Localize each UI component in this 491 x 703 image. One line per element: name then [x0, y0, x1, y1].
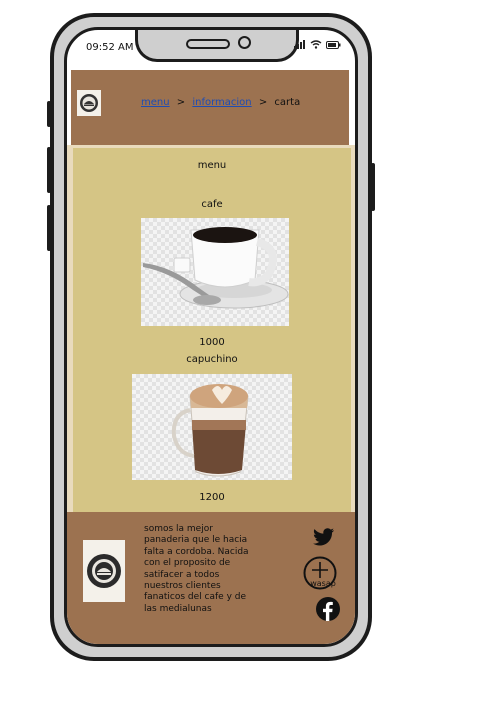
wifi-icon: [310, 40, 322, 49]
capuchino-image: [132, 374, 292, 480]
breadcrumb: menu > informacion > carta: [141, 97, 300, 108]
bakery-logo-icon: [80, 94, 98, 112]
signal-icon: [294, 40, 305, 49]
coffee-image: [141, 218, 289, 326]
breadcrumb-current: carta: [274, 97, 301, 108]
battery-icon: [326, 40, 341, 49]
power-button: [371, 163, 375, 211]
header: menu > informacion > carta: [71, 70, 349, 145]
volume-up-button: [47, 147, 51, 193]
volume-down-button: [47, 205, 51, 251]
menu-panel: menu cafe 1000 capuchino 1200: [67, 145, 355, 512]
capuchino-glass-illustration: [171, 384, 249, 477]
about-text: somos la mejor panaderia que le hacia fa…: [144, 524, 249, 614]
header-logo[interactable]: [77, 90, 101, 116]
breadcrumb-separator: >: [258, 97, 268, 108]
screen: 09:52 AM menu > informacion > carta menu…: [64, 27, 358, 647]
menu-content: menu cafe 1000 capuchino 1200: [73, 148, 351, 512]
whatsapp-button[interactable]: wasap: [303, 556, 337, 590]
notch: [135, 30, 299, 62]
status-icons: [294, 40, 341, 49]
breadcrumb-separator: >: [176, 97, 186, 108]
product-price: 1200: [199, 492, 225, 503]
breadcrumb-link-informacion[interactable]: informacion: [192, 97, 251, 108]
status-time: 09:52 AM: [86, 42, 134, 53]
phone-frame: 09:52 AM menu > informacion > carta menu…: [47, 13, 375, 661]
bakery-logo-icon: [87, 554, 121, 588]
facebook-icon[interactable]: [316, 597, 340, 621]
camera: [238, 36, 251, 49]
coffee-cup-illustration: [143, 227, 289, 309]
breadcrumb-link-menu[interactable]: menu: [141, 97, 170, 108]
product-name: cafe: [201, 199, 223, 210]
footer-logo[interactable]: [83, 540, 125, 602]
menu-title: menu: [197, 160, 227, 171]
footer: somos la mejor panaderia que le hacia fa…: [67, 512, 355, 644]
speaker: [186, 39, 230, 49]
product-name: capuchino: [186, 354, 238, 365]
product-price: 1000: [199, 337, 225, 348]
whatsapp-label: wasap: [310, 579, 336, 588]
silent-switch: [47, 101, 51, 127]
twitter-icon[interactable]: [313, 528, 335, 546]
